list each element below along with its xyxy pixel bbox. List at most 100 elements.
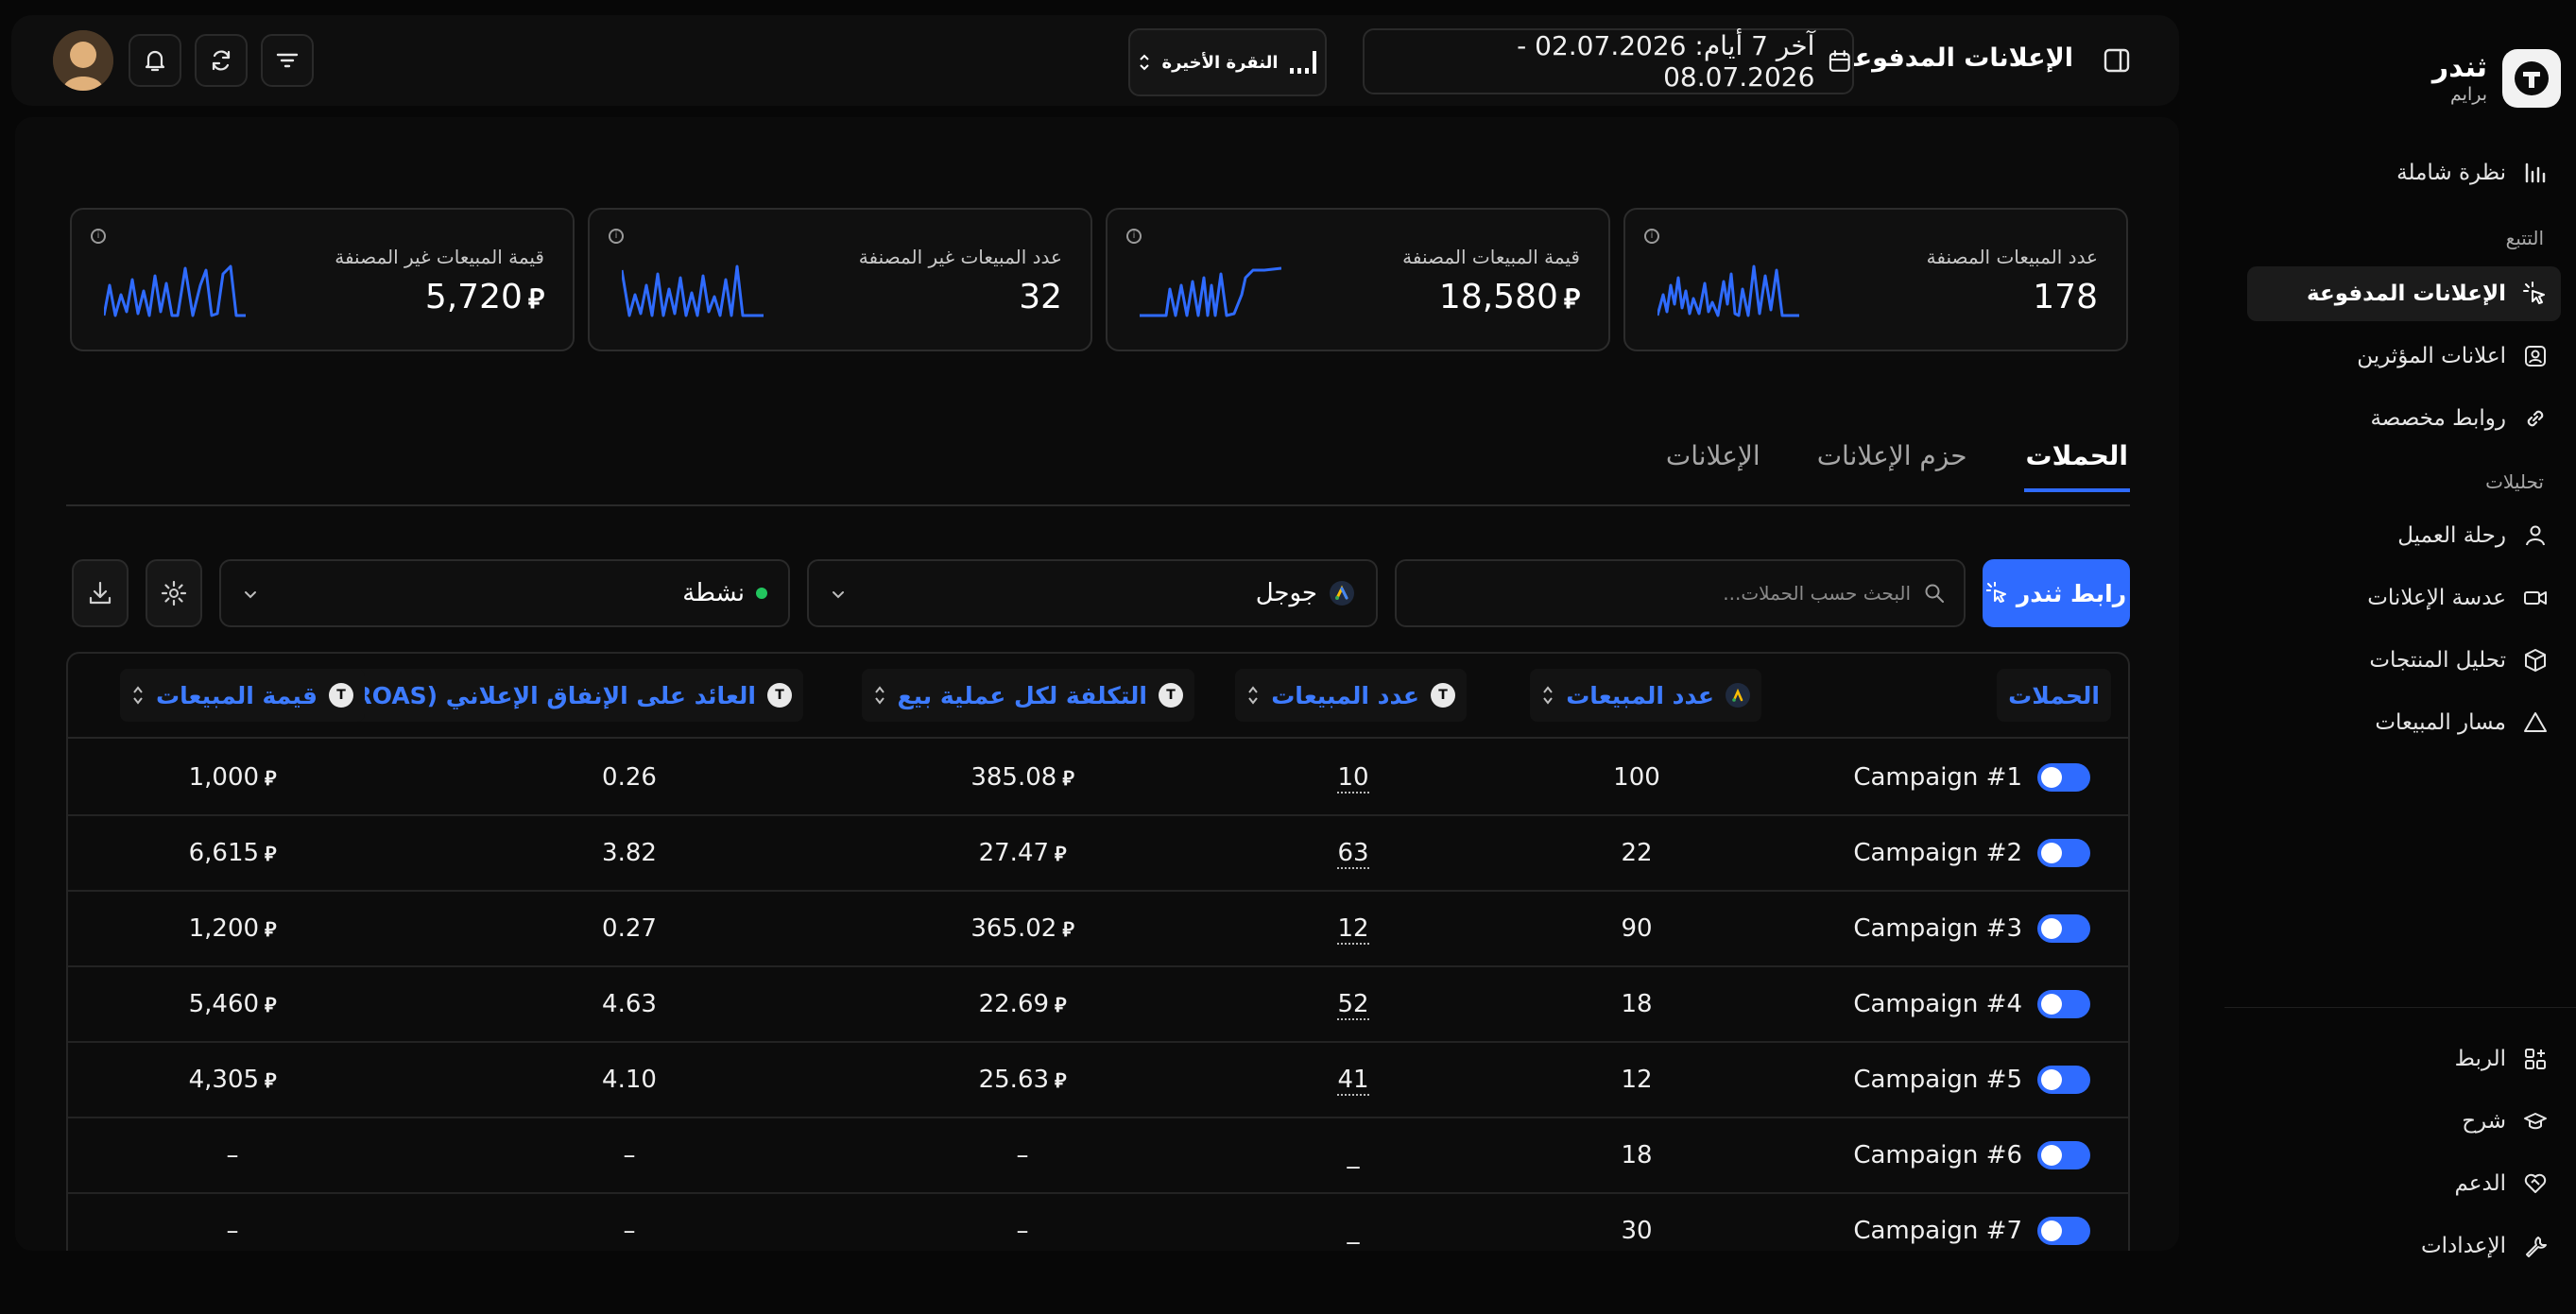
platform-sales-cell: 100 [1613, 763, 1660, 792]
column-header-label: الحملات [2008, 681, 2100, 709]
campaign-name-cell: Campaign #6 [1853, 1118, 2090, 1192]
column-header-cost-per-sale[interactable]: T التكلفة لكل عملية بيع [861, 669, 1194, 722]
sidebar-item-paid-ads[interactable]: الإعلانات المدفوعة [2247, 266, 2561, 321]
column-settings-button[interactable] [146, 559, 202, 627]
sidebar-item-customer-journey[interactable]: رحلة العميل [2247, 508, 2561, 563]
campaign-active-toggle[interactable] [2037, 1066, 2090, 1094]
cost-per-sale-cell: – [1016, 1141, 1029, 1169]
info-icon[interactable]: i [609, 229, 624, 244]
sparkle-cursor-icon [1985, 582, 2006, 603]
sidebar-section-analytics: تحليلات [2485, 470, 2544, 493]
thunder-sales-cell[interactable]: 52 [1259, 967, 1448, 1041]
currency-symbol: ⃁ [1563, 282, 1580, 315]
column-header-platform-sales-count[interactable]: عدد المبيعات [1530, 669, 1761, 722]
sidebar-item-influencer-ads[interactable]: اعلانات المؤثرين [2247, 329, 2561, 384]
info-icon[interactable]: i [91, 229, 106, 244]
info-icon[interactable]: i [1644, 229, 1659, 244]
column-header-thunder-sales-count[interactable]: T عدد المبيعات [1235, 669, 1467, 722]
platform-sales-cell: 12 [1621, 1066, 1653, 1094]
sidebar: ثندر برايم نظرة شاملة التتبع الإعلانات ا… [2224, 0, 2576, 1314]
kpi-value: 32 [1019, 278, 1062, 316]
attribution-model-label: النقرة الأخيرة [1161, 52, 1279, 73]
campaign-active-toggle[interactable] [2037, 763, 2090, 792]
table-row[interactable]: Campaign #1 100 10 385.08 ⃁ 0.26 1,000 ⃁ [68, 741, 2128, 816]
thunder-link-label: رابط ثندر [2016, 579, 2127, 607]
wrench-icon [2526, 1237, 2547, 1257]
sidebar-item-guide[interactable]: شرح [2247, 1094, 2561, 1149]
table-row[interactable]: Campaign #2 22 63 27.47 ⃁ 3.82 6,615 ⃁ [68, 816, 2128, 892]
campaign-active-toggle[interactable] [2037, 990, 2090, 1018]
column-header-campaigns[interactable]: الحملات [1997, 669, 2111, 722]
thunder-sales-cell[interactable]: 41 [1259, 1043, 1448, 1117]
search-input[interactable] [1421, 581, 1913, 606]
sidebar-item-support[interactable]: الدعم [2247, 1156, 2561, 1211]
cost-per-sale-cell: 27.47 ⃁ [978, 839, 1067, 867]
thunder-link-button[interactable]: رابط ثندر [1983, 559, 2130, 627]
kpi-value: 18,580 ⃁ [1438, 278, 1580, 316]
filter-button[interactable] [261, 34, 314, 87]
table-row[interactable]: Campaign #4 18 52 22.69 ⃁ 4.63 5,460 ⃁ [68, 967, 2128, 1043]
campaign-name-cell: Campaign #4 [1853, 967, 2090, 1041]
thunder-sales-cell[interactable]: 10 [1259, 741, 1448, 814]
sidebar-section-tracking: التتبع [2505, 227, 2544, 249]
chevron-up-down-icon [1140, 54, 1150, 71]
platform-select-value: جوجل [1255, 579, 1317, 607]
user-icon [2526, 525, 2545, 546]
platform-sales-cell: 18 [1621, 1141, 1653, 1169]
avatar[interactable] [53, 30, 113, 91]
status-active-dot [756, 588, 767, 599]
tab-campaigns[interactable]: الحملات [2023, 440, 2130, 492]
platform-select[interactable]: جوجل [807, 559, 1378, 627]
kpi-card-attributed-sales-value: قيمة المبيعات المصنفة 18,580 ⃁ i [1106, 208, 1610, 351]
sidebar-item-ads-lens[interactable]: عدسة الإعلانات [2247, 571, 2561, 625]
table-row[interactable]: Campaign #3 90 12 365.02 ⃁ 0.27 1,200 ⃁ [68, 892, 2128, 967]
column-header-label: التكلفة لكل عملية بيع [897, 681, 1148, 709]
sidebar-item-sales-funnel[interactable]: مسار المبيعات [2247, 695, 2561, 750]
sidebar-item-custom-links[interactable]: روابط مخصصة [2247, 391, 2561, 446]
thunder-sales-cell: _ [1347, 1217, 1360, 1245]
date-range-picker[interactable]: آخر 7 أيام: 02.07.2026 - 08.07.2026 [1363, 28, 1854, 94]
sidebar-item-product-analysis[interactable]: تحليل المنتجات [2247, 633, 2561, 688]
brand[interactable]: ثندر برايم [2432, 49, 2561, 108]
sidebar-item-label: الإعدادات [2421, 1234, 2506, 1258]
tab-ad-sets[interactable]: حزم الإعلانات [1817, 440, 1967, 492]
campaign-name: Campaign #3 [1853, 914, 2022, 943]
refresh-button[interactable] [195, 34, 248, 87]
campaign-active-toggle[interactable] [2037, 1217, 2090, 1245]
tab-ads[interactable]: الإعلانات [1666, 440, 1760, 492]
kpi-card-unattributed-sales-value: قيمة المبيعات غير المصنفة 5,720 ⃁ i [70, 208, 575, 351]
notifications-button[interactable] [129, 34, 181, 87]
link-icon [2527, 410, 2544, 427]
table-row[interactable]: Campaign #7 30 _ – – – [68, 1194, 2128, 1251]
info-icon[interactable]: i [1126, 229, 1142, 244]
campaigns-table: الحملات عدد المبيعات T عدد المبيعات T ال… [66, 652, 2130, 1251]
thunder-sales-cell[interactable]: 63 [1259, 816, 1448, 890]
sidebar-item-overview[interactable]: نظرة شاملة [2247, 145, 2561, 200]
sparkline-chart [104, 265, 246, 317]
heart-handshake-icon [2524, 1173, 2547, 1193]
refresh-icon [212, 50, 231, 71]
sort-icon [874, 686, 884, 705]
campaign-active-toggle[interactable] [2037, 914, 2090, 943]
sidebar-divider [2224, 1007, 2576, 1008]
column-header-roas[interactable]: T العائد على الإنفاق الإعلاني (ROAS) [307, 669, 803, 722]
sidebar-item-integrations[interactable]: الربط [2247, 1032, 2561, 1086]
export-download-button[interactable] [72, 559, 129, 627]
roas-cell: 0.26 [602, 763, 657, 792]
table-row[interactable]: Campaign #6 18 _ – – – [68, 1118, 2128, 1194]
campaign-active-toggle[interactable] [2037, 839, 2090, 867]
table-row[interactable]: Campaign #5 12 41 25.63 ⃁ 4.10 4,305 ⃁ [68, 1043, 2128, 1118]
campaign-active-toggle[interactable] [2037, 1141, 2090, 1169]
column-header-sales-value[interactable]: T قيمة المبيعات [120, 669, 365, 722]
sidebar-item-settings[interactable]: الإعدادات [2247, 1219, 2561, 1273]
cursor-click-icon [2523, 282, 2545, 304]
sidebar-toggle-icon[interactable] [2104, 47, 2130, 77]
sparkline-chart [1657, 265, 1799, 317]
thunder-sales-cell[interactable]: 12 [1259, 892, 1448, 965]
attribution-model-select[interactable]: النقرة الأخيرة [1128, 28, 1327, 96]
sales-value-cell: 4,305 ⃁ [188, 1066, 277, 1094]
status-select[interactable]: نشطة [219, 559, 790, 627]
chevron-down-icon [833, 591, 844, 599]
google-ads-icon [1330, 581, 1354, 606]
page-title: الإعلانات المدفوعة [1839, 43, 2073, 73]
